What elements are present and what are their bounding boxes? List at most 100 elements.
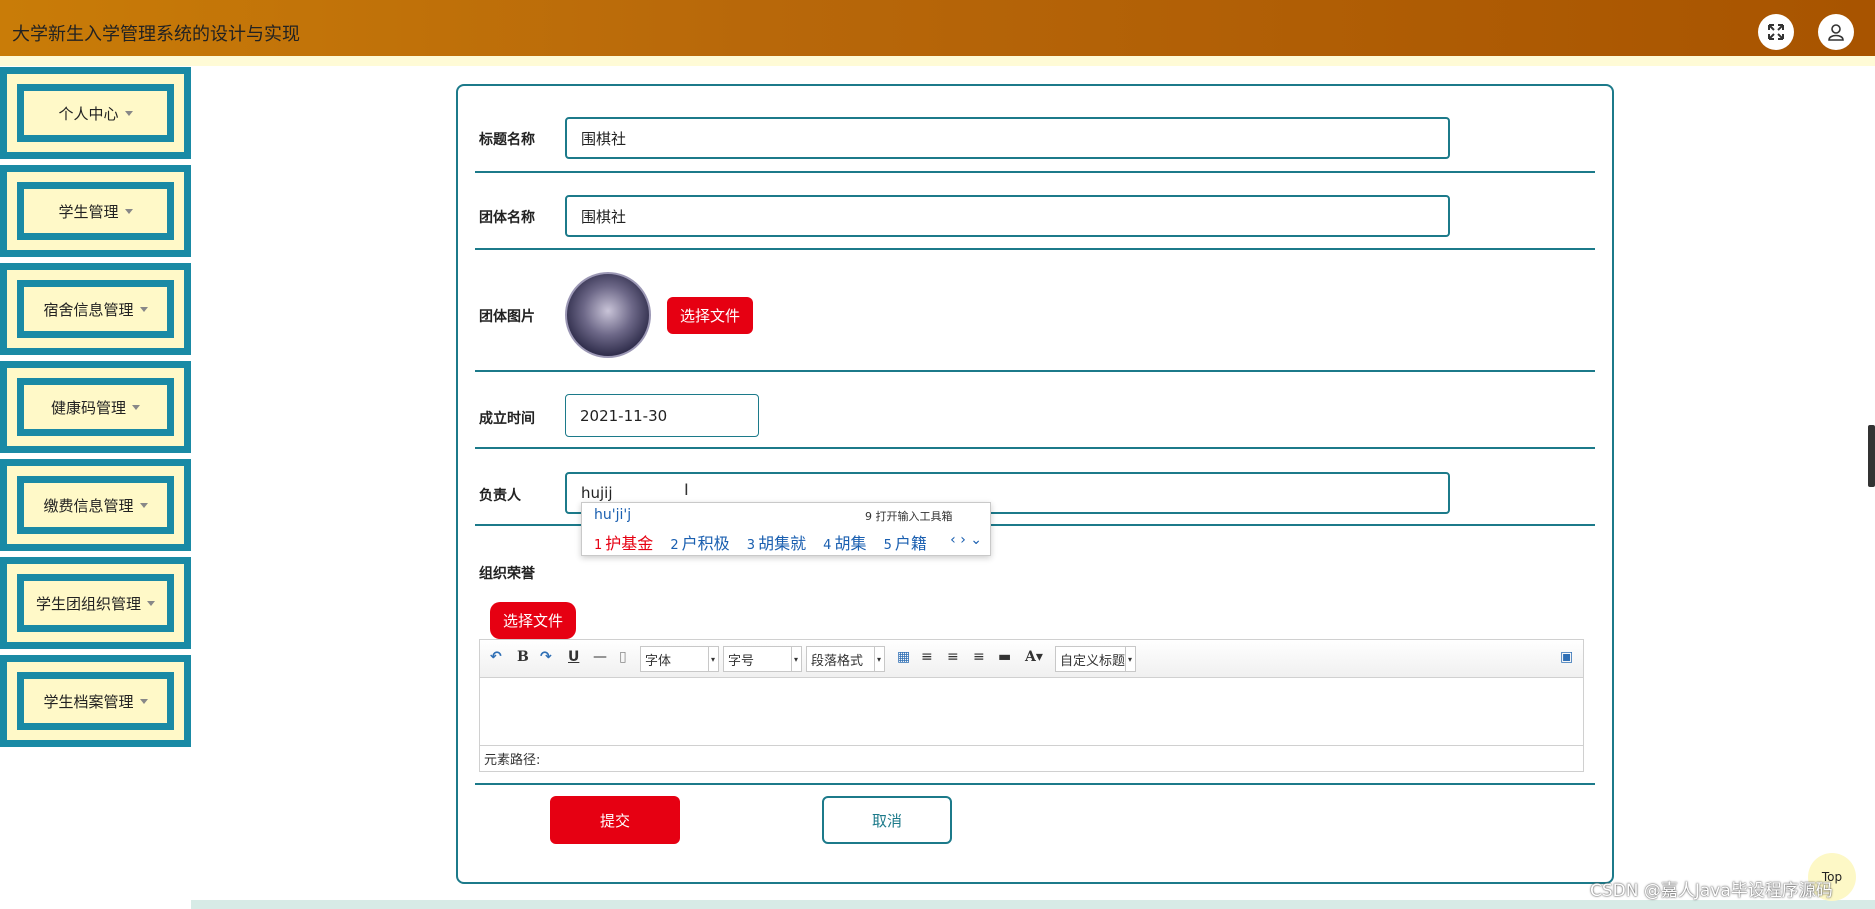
app-title: 大学新生入学管理系统的设计与实现 <box>12 24 300 45</box>
align-center-icon[interactable]: ≡ <box>973 649 985 665</box>
rich-text-editor: ↶ B ↷ U — ▯ 字体 ▾ 字号 ▾ 段落格式 ▾ ▦ ≡ ≡ ≡ ▬ A▾ 自… <box>479 639 1584 772</box>
ime-candidate-text: 护基金 <box>605 534 654 553</box>
ime-candidate-text: 户积极 <box>681 534 730 553</box>
leader-label: 负责人 <box>479 488 521 504</box>
paragraph-format-select[interactable]: 段落格式 ▾ <box>806 646 885 672</box>
sidebar-item-inner: 缴费信息管理 <box>17 476 174 534</box>
row-divider <box>475 248 1595 250</box>
bold-icon[interactable]: B <box>517 649 529 665</box>
ime-candidate[interactable]: 4 胡集 <box>823 534 866 553</box>
ime-candidates: 1 护基金 2 户积极 3 胡集就 4 胡集 5 户籍 <box>594 530 939 554</box>
ime-candidate-number: 5 <box>883 538 892 553</box>
founded-date-input[interactable]: 2021-11-30 <box>565 394 759 437</box>
row-divider <box>475 171 1595 173</box>
custom-title-value: 自定义标题 <box>1060 653 1126 669</box>
ime-candidate[interactable]: 1 护基金 <box>594 534 653 553</box>
title-input[interactable]: 围棋社 <box>565 117 1450 159</box>
caret-down-icon <box>132 404 140 410</box>
caret-down-icon <box>139 502 148 508</box>
sidebar-item-label: 学生管理 <box>58 202 119 221</box>
sidebar-item-label: 缴费信息管理 <box>43 496 134 515</box>
editor-toolbar: ↶ B ↷ U — ▯ 字体 ▾ 字号 ▾ 段落格式 ▾ ▦ ≡ ≡ ≡ ▬ A▾ 自… <box>480 640 1583 678</box>
align-left-icon[interactable]: ≡ <box>921 649 933 665</box>
table-icon[interactable]: ▦ <box>897 649 910 665</box>
fullscreen-editor-icon[interactable]: ▣ <box>1560 649 1573 665</box>
header-strip <box>0 56 1875 66</box>
ime-toolbox-link[interactable]: 9 打开输入工具箱 <box>865 508 953 524</box>
group-image-label: 团体图片 <box>479 309 535 325</box>
dropdown-arrow-icon: ▾ <box>1125 647 1134 671</box>
sidebar-item-inner: 个人中心 <box>17 84 174 142</box>
page-scrollbar-handle[interactable] <box>1868 425 1875 487</box>
caret-down-icon <box>124 208 133 214</box>
ime-candidate-number: 1 <box>594 538 603 553</box>
dropdown-arrow-icon: ▾ <box>874 647 883 671</box>
ime-pinyin: hu'ji'j <box>594 507 632 523</box>
ime-candidate-number: 3 <box>746 538 756 553</box>
row-divider <box>475 370 1595 372</box>
caret-down-icon <box>147 600 155 606</box>
editor-content-area[interactable] <box>480 678 1583 747</box>
sidebar-item-label: 学生档案管理 <box>43 692 134 711</box>
horizontal-rule-icon[interactable]: — <box>593 649 607 665</box>
underline-icon[interactable]: U <box>568 649 579 665</box>
group-name-label: 团体名称 <box>479 210 535 226</box>
choose-honor-file-button[interactable]: 选择文件 <box>490 602 576 639</box>
paste-text-icon[interactable]: ▯ <box>619 649 627 665</box>
redo-icon[interactable]: ↷ <box>540 649 552 665</box>
custom-title-select[interactable]: 自定义标题 ▾ <box>1055 646 1136 672</box>
ime-candidate-text: 户籍 <box>894 534 927 553</box>
caret-down-icon <box>139 698 148 704</box>
font-size-select[interactable]: 字号 ▾ <box>723 646 802 672</box>
undo-icon[interactable]: ↶ <box>490 649 502 665</box>
user-button[interactable] <box>1818 14 1854 50</box>
sidebar-item-health-code[interactable]: 健康码管理 <box>0 361 191 453</box>
align-right-icon[interactable]: ≡ <box>947 649 959 665</box>
cancel-button[interactable]: 取消 <box>822 796 952 844</box>
sidebar-item-label: 学生团组织管理 <box>35 594 141 613</box>
choose-image-button[interactable]: 选择文件 <box>667 297 753 334</box>
dropdown-arrow-icon: ▾ <box>791 647 800 671</box>
sidebar-item-label: 个人中心 <box>58 104 119 123</box>
caret-down-icon <box>124 110 133 116</box>
sidebar-item-payment[interactable]: 缴费信息管理 <box>0 459 191 551</box>
editor-element-path: 元素路径: <box>480 745 1583 771</box>
sidebar-item-inner: 学生管理 <box>17 182 174 240</box>
top-header: 大学新生入学管理系统的设计与实现 <box>0 0 1875 66</box>
sidebar-item-student-archives[interactable]: 学生档案管理 <box>0 655 191 747</box>
paragraph-format-value: 段落格式 <box>811 653 864 669</box>
ime-candidate-popup: hu'ji'j 9 打开输入工具箱 1 护基金 2 户积极 3 胡集就 4 胡集 5 户籍… <box>581 502 991 556</box>
ime-candidate[interactable]: 3 胡集就 <box>747 534 806 553</box>
fullscreen-button[interactable] <box>1758 14 1794 50</box>
font-color-icon[interactable]: A▾ <box>1025 649 1043 665</box>
honor-label: 组织荣誉 <box>479 566 535 582</box>
founded-date-label: 成立时间 <box>479 411 535 427</box>
submit-button[interactable]: 提交 <box>550 796 680 844</box>
ime-candidate-number: 2 <box>670 538 679 553</box>
sidebar-item-personal-center[interactable]: 个人中心 <box>0 67 191 159</box>
ime-candidate[interactable]: 5 户籍 <box>884 534 927 553</box>
ime-page-nav[interactable]: ‹ › ⌄ <box>950 532 982 548</box>
ime-candidate[interactable]: 2 户积极 <box>670 534 729 553</box>
font-size-value: 字号 <box>728 653 755 669</box>
font-family-value: 字体 <box>645 653 672 669</box>
sidebar-item-label: 宿舍信息管理 <box>43 300 134 319</box>
font-family-select[interactable]: 字体 ▾ <box>640 646 719 672</box>
ime-candidate-text: 胡集就 <box>758 534 807 553</box>
sidebar-item-inner: 学生团组织管理 <box>17 574 174 632</box>
sidebar-item-dorm-management[interactable]: 宿舍信息管理 <box>0 263 191 355</box>
dropdown-arrow-icon: ▾ <box>708 647 717 671</box>
bottom-bar <box>191 900 1875 909</box>
sidebar-item-inner: 学生档案管理 <box>17 672 174 730</box>
sidebar-item-student-management[interactable]: 学生管理 <box>0 165 191 257</box>
sidebar-item-student-groups[interactable]: 学生团组织管理 <box>0 557 191 649</box>
align-justify-icon[interactable]: ▬ <box>998 649 1011 665</box>
row-divider <box>475 783 1595 785</box>
title-label: 标题名称 <box>479 132 535 148</box>
expand-icon <box>1768 24 1784 40</box>
group-name-input[interactable]: 围棋社 <box>565 195 1450 237</box>
user-icon <box>1828 24 1844 41</box>
csdn-watermark: CSDN @嘉人Java毕设程序源码 <box>1590 881 1833 901</box>
sidebar-item-inner: 健康码管理 <box>17 378 174 436</box>
sidebar-item-label: 健康码管理 <box>50 398 126 417</box>
